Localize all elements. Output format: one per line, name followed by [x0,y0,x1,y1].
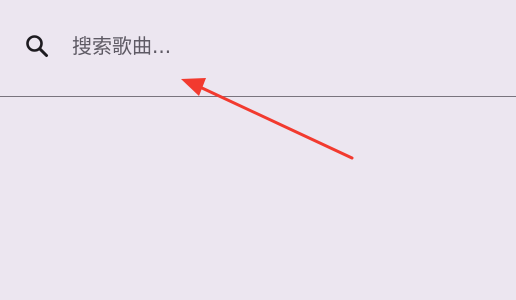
search-icon[interactable] [22,31,52,61]
search-divider [0,96,516,97]
search-bar [0,0,516,96]
search-input[interactable] [72,26,492,66]
